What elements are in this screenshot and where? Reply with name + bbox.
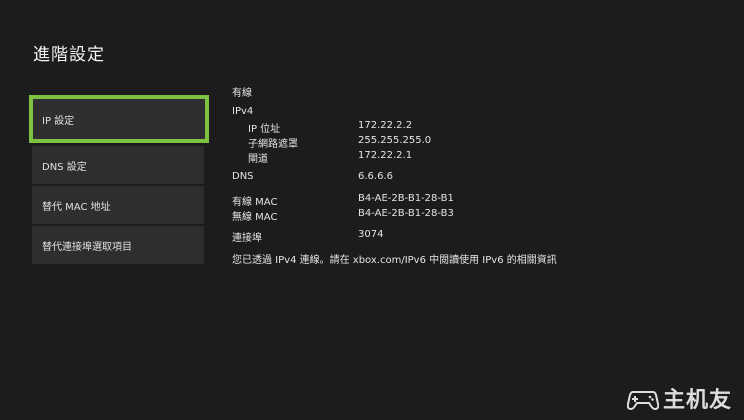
settings-menu: IP 設定 DNS 設定 替代 MAC 地址 替代連接埠選取項目 [29, 95, 209, 266]
ip-address-value: 172.22.2.2 [358, 120, 413, 131]
wired-mac-value: B4-AE-2B-B1-28-B1 [358, 193, 454, 204]
menu-item-label: 替代 MAC 地址 [42, 201, 111, 213]
watermark-text: 主机友 [662, 388, 732, 413]
port-label: 連接埠 [232, 233, 262, 244]
ip-address-label: IP 位址 [248, 124, 281, 135]
watermark: 主机友 [626, 382, 732, 414]
menu-item-label: 替代連接埠選取項目 [42, 241, 132, 253]
menu-item-alternate-mac[interactable]: 替代 MAC 地址 [32, 186, 204, 224]
port-value: 3074 [358, 229, 384, 240]
wireless-mac-value: B4-AE-2B-B1-28-B3 [358, 208, 454, 219]
menu-item-ip-settings[interactable]: IP 設定 [29, 95, 209, 143]
menu-item-dns-settings[interactable]: DNS 設定 [32, 146, 204, 184]
ipv4-header: IPv4 [232, 106, 254, 117]
gateway-value: 172.22.2.1 [358, 150, 413, 161]
gateway-label: 閘道 [248, 154, 268, 165]
gamepad-icon [626, 391, 659, 411]
menu-item-alternate-port[interactable]: 替代連接埠選取項目 [32, 226, 204, 264]
connection-type: 有線 [232, 88, 252, 99]
menu-item-label: IP 設定 [42, 115, 75, 127]
subnet-mask-value: 255.255.255.0 [358, 135, 432, 146]
wireless-mac-label: 無線 MAC [232, 212, 278, 223]
dns-value: 6.6.6.6 [358, 171, 393, 182]
subnet-mask-label: 子網路遮罩 [248, 139, 298, 150]
ipv6-info-note: 您已透過 IPv4 連線。請在 xbox.com/IPv6 中閱讀使用 IPv6… [232, 255, 557, 266]
menu-item-label: DNS 設定 [42, 161, 87, 173]
page-title: 進階設定 [33, 45, 105, 65]
wired-mac-label: 有線 MAC [232, 197, 278, 208]
dns-label: DNS [232, 171, 254, 182]
